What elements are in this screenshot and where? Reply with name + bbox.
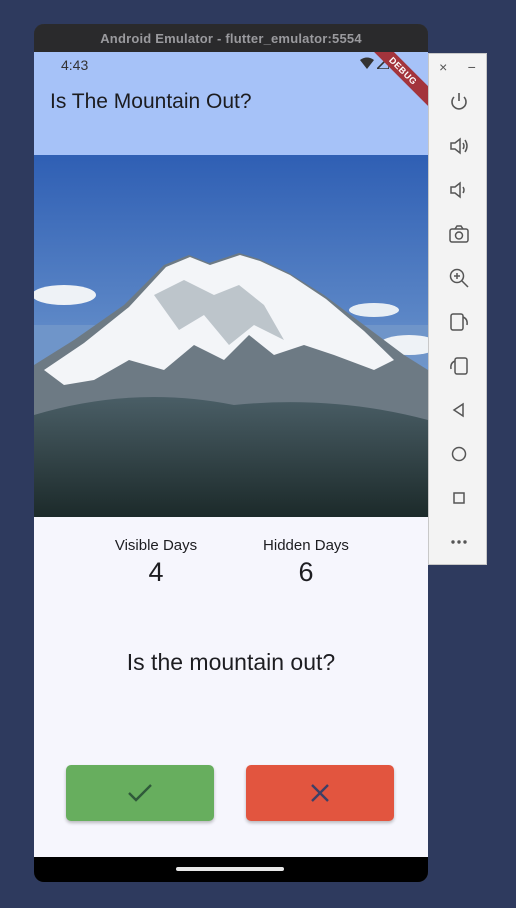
- window-title: Android Emulator - flutter_emulator:5554: [34, 24, 428, 52]
- volume-down-icon[interactable]: [429, 168, 488, 212]
- side-panel-top: × −: [429, 54, 486, 80]
- status-time: 4:43: [61, 57, 89, 73]
- volume-up-icon[interactable]: [429, 124, 488, 168]
- more-icon[interactable]: [429, 520, 488, 564]
- hidden-days-stat: Hidden Days 6: [261, 537, 351, 588]
- hidden-days-value: 6: [298, 557, 314, 587]
- wifi-icon: [360, 57, 374, 69]
- emulator-side-panel: × −: [428, 53, 487, 565]
- system-nav-bar: [34, 857, 428, 882]
- rotate-left-icon[interactable]: [429, 300, 488, 344]
- power-icon[interactable]: [429, 80, 488, 124]
- minimize-panel-icon[interactable]: −: [468, 59, 476, 75]
- back-icon[interactable]: [429, 388, 488, 432]
- emulator-window: Android Emulator - flutter_emulator:5554…: [34, 24, 428, 882]
- app-title: Is The Mountain Out?: [50, 90, 252, 113]
- stats-row: Visible Days 4 Hidden Days 6: [34, 537, 428, 588]
- overview-icon[interactable]: [429, 476, 488, 520]
- camera-icon[interactable]: [429, 212, 488, 256]
- device-screen: 4:43 Is The Mountain Out? DEBUG Visible …: [34, 52, 428, 857]
- rotate-right-icon[interactable]: [429, 344, 488, 388]
- close-icon: [311, 784, 329, 802]
- zoom-in-icon[interactable]: [429, 256, 488, 300]
- close-panel-icon[interactable]: ×: [439, 59, 447, 75]
- yes-button[interactable]: [66, 765, 214, 821]
- no-button[interactable]: [246, 765, 394, 821]
- check-icon: [128, 784, 152, 802]
- hidden-days-label: Hidden Days: [263, 537, 349, 554]
- home-gesture-bar[interactable]: [176, 867, 284, 871]
- visible-days-stat: Visible Days 4: [111, 537, 201, 588]
- visible-days-value: 4: [148, 557, 164, 587]
- home-icon[interactable]: [429, 432, 488, 476]
- mountain-image: [34, 155, 428, 517]
- visible-days-label: Visible Days: [114, 537, 198, 554]
- question-text: Is the mountain out?: [126, 649, 336, 675]
- app-bar: 4:43 Is The Mountain Out? DEBUG: [34, 52, 428, 155]
